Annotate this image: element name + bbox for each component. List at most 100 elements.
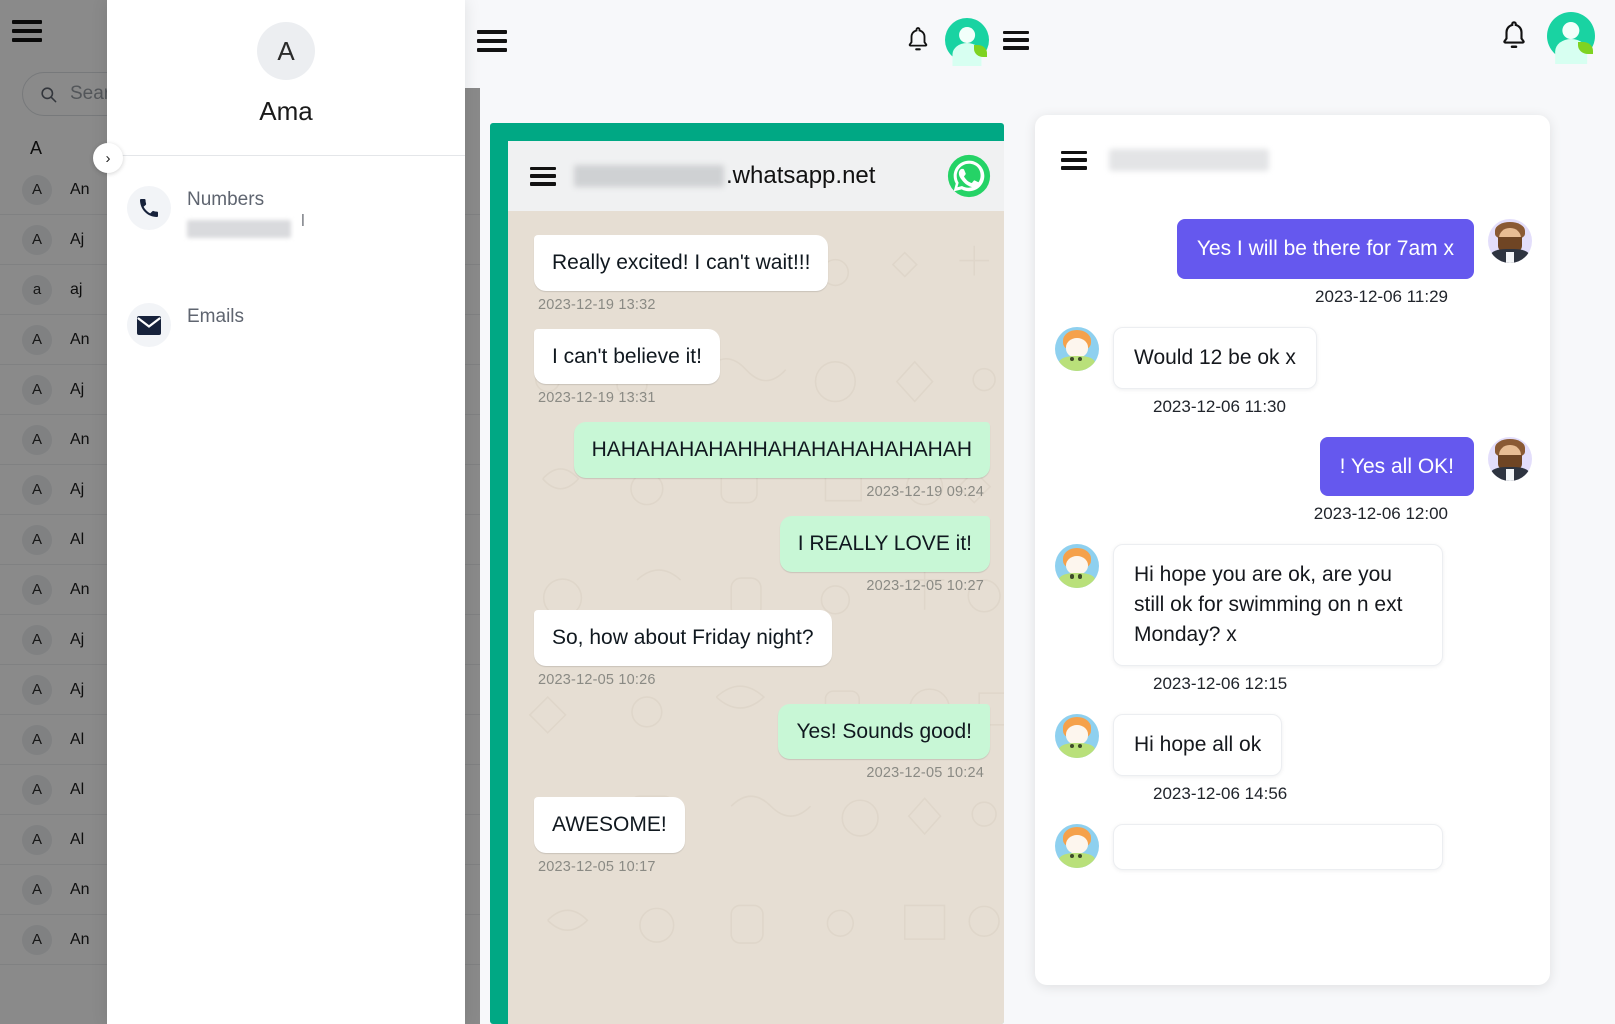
chat-message-timestamp: 2023-12-06 12:00 xyxy=(1313,504,1448,524)
woman-avatar-icon xyxy=(1055,326,1099,371)
avatar-head xyxy=(959,26,975,43)
chat-message-row: Would 12 be ok x xyxy=(1055,326,1532,389)
user-avatar-icon[interactable] xyxy=(945,18,989,66)
whatsapp-message: Really excited! I can't wait!!! 2023-12-1… xyxy=(534,235,990,313)
whatsapp-message-timestamp: 2023-12-05 10:24 xyxy=(866,765,984,782)
numbers-label: Numbers xyxy=(187,189,265,210)
emails-label: Emails xyxy=(187,306,245,327)
whatsapp-message-timestamp: 2023-12-19 13:31 xyxy=(538,390,656,407)
avatar-part xyxy=(1065,555,1089,576)
man-avatar-icon xyxy=(1488,436,1532,481)
whatsapp-message-timestamp: 2023-12-19 13:32 xyxy=(538,296,656,313)
whatsapp-header: .whatsapp.net xyxy=(508,141,1004,211)
chat-message-row: ! Yes all OK! xyxy=(1055,436,1532,497)
woman-avatar-icon xyxy=(1055,544,1099,589)
notification-bell-icon[interactable] xyxy=(905,25,931,55)
avatar-part xyxy=(1506,251,1514,263)
avatar-part xyxy=(1506,469,1514,481)
hamburger-icon[interactable] xyxy=(1003,30,1029,50)
avatar-part xyxy=(1077,574,1083,579)
contact-emails-section[interactable]: Emails xyxy=(107,243,465,347)
woman-avatar-icon xyxy=(1055,823,1099,868)
redacted-thread-title xyxy=(1109,149,1269,171)
numbers-body: Numbers l xyxy=(187,186,305,243)
woman-avatar-icon xyxy=(1055,713,1099,758)
hamburger-icon[interactable] xyxy=(477,30,507,52)
whatsapp-message-bubble: I can't believe it! xyxy=(534,328,720,385)
chat-message-bubble: Hi hope all ok xyxy=(1113,713,1283,776)
number-tail: l xyxy=(301,211,305,230)
avatar-head xyxy=(1562,21,1580,39)
chat-thread-header xyxy=(1035,115,1550,171)
avatar-part xyxy=(1059,742,1095,758)
chat-message-list: Yes I will be there for 7am x 2023-12-06 … xyxy=(1035,171,1550,870)
contact-numbers-section[interactable]: Numbers l xyxy=(107,156,465,243)
notification-bell-icon[interactable] xyxy=(1499,19,1529,53)
whatsapp-domain: .whatsapp.net xyxy=(574,162,928,190)
envelope-icon xyxy=(127,303,171,347)
whatsapp-message: I can't believe it! 2023-12-19 13:31 xyxy=(534,328,990,407)
hamburger-icon[interactable] xyxy=(530,166,556,186)
chat-message-row: Hi hope you are ok, are you still ok for… xyxy=(1055,544,1532,666)
user-avatar-icon[interactable] xyxy=(1547,12,1595,64)
man-avatar-icon xyxy=(1488,219,1532,263)
whatsapp-preview-panel: .whatsapp.net Really excited! I can't wa… xyxy=(490,123,1004,1024)
whatsapp-icon xyxy=(947,154,991,198)
main-topbar xyxy=(465,0,1615,88)
chat-message-row: Yes I will be there for 7am x xyxy=(1055,219,1532,279)
whatsapp-message-bubble: So, how about Friday night? xyxy=(534,609,832,666)
avatar-part xyxy=(1065,725,1089,745)
whatsapp-message-bubble: Really excited! I can't wait!!! xyxy=(534,235,829,291)
emails-body: Emails xyxy=(187,303,244,328)
topbar-actions xyxy=(1499,12,1595,64)
chat-message-timestamp: 2023-12-06 11:30 xyxy=(1153,396,1286,416)
contact-detail-header: A Ama xyxy=(107,0,465,145)
app-root: Search A A An A Aj a aj A An A Aj A An A Aj A Al A An A Aj A… xyxy=(0,0,1615,1024)
contact-name: Ama xyxy=(259,96,313,126)
number-value-row: l xyxy=(187,211,305,243)
chat-message-bubble: ! Yes all OK! xyxy=(1319,436,1474,497)
whatsapp-message-list: Really excited! I can't wait!!! 2023-12-1… xyxy=(508,211,1004,875)
expand-panel-chevron-right-icon[interactable]: › xyxy=(93,143,123,173)
whatsapp-message-timestamp: 2023-12-19 09:24 xyxy=(866,484,984,501)
hamburger-icon[interactable] xyxy=(1061,150,1087,170)
whatsapp-domain-text: .whatsapp.net xyxy=(726,162,876,189)
avatar-part xyxy=(1065,835,1089,855)
contact-detail-drawer: A Ama Numbers l Emails xyxy=(107,0,465,1024)
chat-message-bubble: Would 12 be ok x xyxy=(1113,326,1317,389)
whatsapp-message-area: Really excited! I can't wait!!! 2023-12-1… xyxy=(508,211,1004,1024)
redacted-number xyxy=(187,220,291,238)
whatsapp-message-bubble: HAHAHAHAHAHHAHAHAHAHAHAHAH xyxy=(573,422,990,479)
whatsapp-inner: .whatsapp.net Really excited! I can't wa… xyxy=(508,141,1004,1024)
main-menu-button[interactable] xyxy=(477,30,507,52)
chat-message-timestamp: 2023-12-06 11:29 xyxy=(1315,286,1448,306)
contact-avatar: A xyxy=(257,22,315,80)
whatsapp-message: I REALLY LOVE it! 2023-12-05 10:27 xyxy=(534,516,990,594)
chat-message-row: Hi hope all ok xyxy=(1055,713,1532,776)
whatsapp-message: Yes! Sounds good! 2023-12-05 10:24 xyxy=(534,703,990,782)
phone-icon xyxy=(127,186,171,230)
whatsapp-message-timestamp: 2023-12-05 10:27 xyxy=(866,577,984,594)
avatar-part xyxy=(1059,355,1095,371)
whatsapp-message-timestamp: 2023-12-05 10:17 xyxy=(538,859,656,876)
whatsapp-message: So, how about Friday night? 2023-12-05 10… xyxy=(534,609,990,688)
redacted-domain-prefix xyxy=(574,165,724,187)
chat-thread-card: Yes I will be there for 7am x 2023-12-06 … xyxy=(1035,115,1550,985)
avatar-part xyxy=(1065,338,1089,358)
whatsapp-message-bubble: Yes! Sounds good! xyxy=(778,703,990,760)
whatsapp-message-bubble: I REALLY LOVE it! xyxy=(779,516,990,572)
chat-message-bubble: Yes I will be there for 7am x xyxy=(1176,219,1474,279)
whatsapp-message-timestamp: 2023-12-05 10:26 xyxy=(538,671,656,688)
avatar-part xyxy=(1069,574,1075,579)
avatar-part xyxy=(1059,852,1095,868)
chat-message-bubble: Hi hope you are ok, are you still ok for… xyxy=(1113,544,1443,666)
avatar-part xyxy=(1059,573,1095,589)
embedded-topbar xyxy=(905,18,1029,66)
whatsapp-message: AWESOME! 2023-12-05 10:17 xyxy=(534,797,990,875)
whatsapp-message-bubble: AWESOME! xyxy=(534,797,685,854)
chat-message-timestamp: 2023-12-06 14:56 xyxy=(1153,783,1288,803)
chat-message-bubble xyxy=(1113,823,1443,870)
whatsapp-message: HAHAHAHAHAHHAHAHAHAHAHAHAH 2023-12-19 09:… xyxy=(534,422,990,500)
chat-message-timestamp: 2023-12-06 12:15 xyxy=(1153,673,1288,693)
chat-message-row xyxy=(1055,823,1532,870)
